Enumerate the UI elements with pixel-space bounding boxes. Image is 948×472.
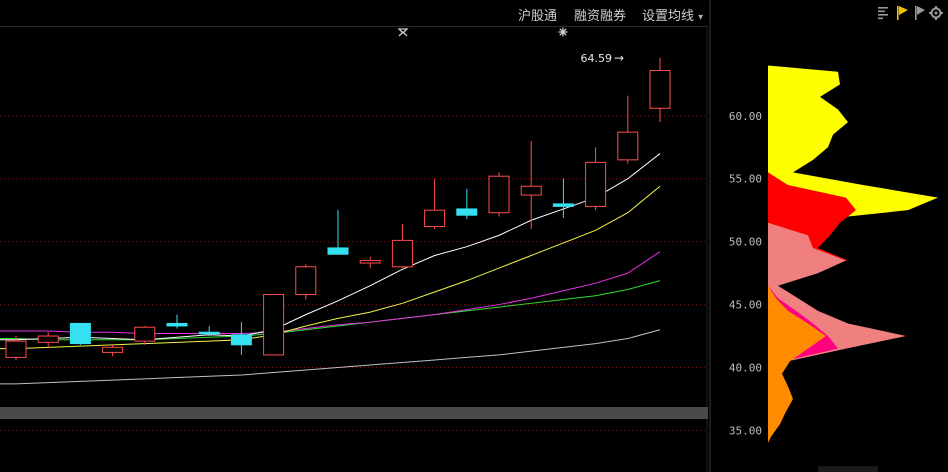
- ma-settings-button[interactable]: 设置均线 ▾: [642, 5, 703, 24]
- candle-body[interactable]: [69, 322, 91, 345]
- bars-icon[interactable]: [878, 7, 888, 20]
- cropped-label: [818, 466, 878, 472]
- y-tick-label: 45.00: [729, 299, 762, 312]
- candle-body[interactable]: [5, 340, 27, 358]
- flag-icon[interactable]: [915, 6, 925, 20]
- y-tick-label: 40.00: [729, 361, 762, 374]
- ma20-line: [0, 251, 661, 335]
- candle-body[interactable]: [198, 331, 220, 335]
- gear-icon[interactable]: [929, 6, 943, 20]
- sparkle-icon[interactable]: [558, 27, 568, 37]
- chevron-down-icon: ▾: [698, 12, 704, 23]
- kline-chart[interactable]: 35.00 40.00 45.00 50.00 55.00 60.00 64.59 →: [0, 0, 948, 472]
- candle-body[interactable]: [585, 161, 607, 207]
- candle-body[interactable]: [456, 208, 478, 216]
- hsgt-button[interactable]: 沪股通: [518, 5, 557, 24]
- candle-body[interactable]: [134, 326, 156, 342]
- margin-trading-button[interactable]: 融资融券: [574, 5, 626, 24]
- candle-body[interactable]: [359, 260, 381, 264]
- candle-body[interactable]: [166, 322, 188, 327]
- y-tick-label: 60.00: [729, 110, 762, 123]
- candle-body[interactable]: [520, 185, 542, 196]
- chip-toolbar: [710, 0, 948, 26]
- max-price-arrow: →: [614, 51, 624, 65]
- event-marker-icon[interactable]: [397, 28, 409, 37]
- candle-body[interactable]: [649, 69, 671, 109]
- ma5-line: [0, 153, 661, 341]
- ma30-line: [0, 280, 661, 341]
- candle-body[interactable]: [230, 334, 252, 346]
- candle-body[interactable]: [37, 335, 59, 343]
- candle-body[interactable]: [263, 294, 285, 356]
- candle-body[interactable]: [552, 203, 574, 207]
- candle-body[interactable]: [488, 175, 510, 214]
- y-tick-label: 55.00: [729, 173, 762, 186]
- candle-body[interactable]: [617, 131, 639, 161]
- chart-toolbar: 沪股通 融资融券 设置均线 ▾: [0, 0, 708, 27]
- candle-body[interactable]: [327, 247, 349, 255]
- candle-body[interactable]: [424, 209, 446, 228]
- ma-settings-label: 设置均线: [642, 9, 695, 24]
- ma10-line: [0, 185, 661, 350]
- play-icon[interactable]: [897, 6, 908, 20]
- y-tick-label: 50.00: [729, 236, 762, 249]
- max-price-label: 64.59: [581, 52, 613, 65]
- candle-body[interactable]: [391, 239, 413, 268]
- candle-body[interactable]: [295, 266, 317, 296]
- candle-body[interactable]: [102, 346, 124, 353]
- scroll-bar[interactable]: [0, 407, 708, 419]
- y-tick-label: 35.00: [729, 424, 762, 437]
